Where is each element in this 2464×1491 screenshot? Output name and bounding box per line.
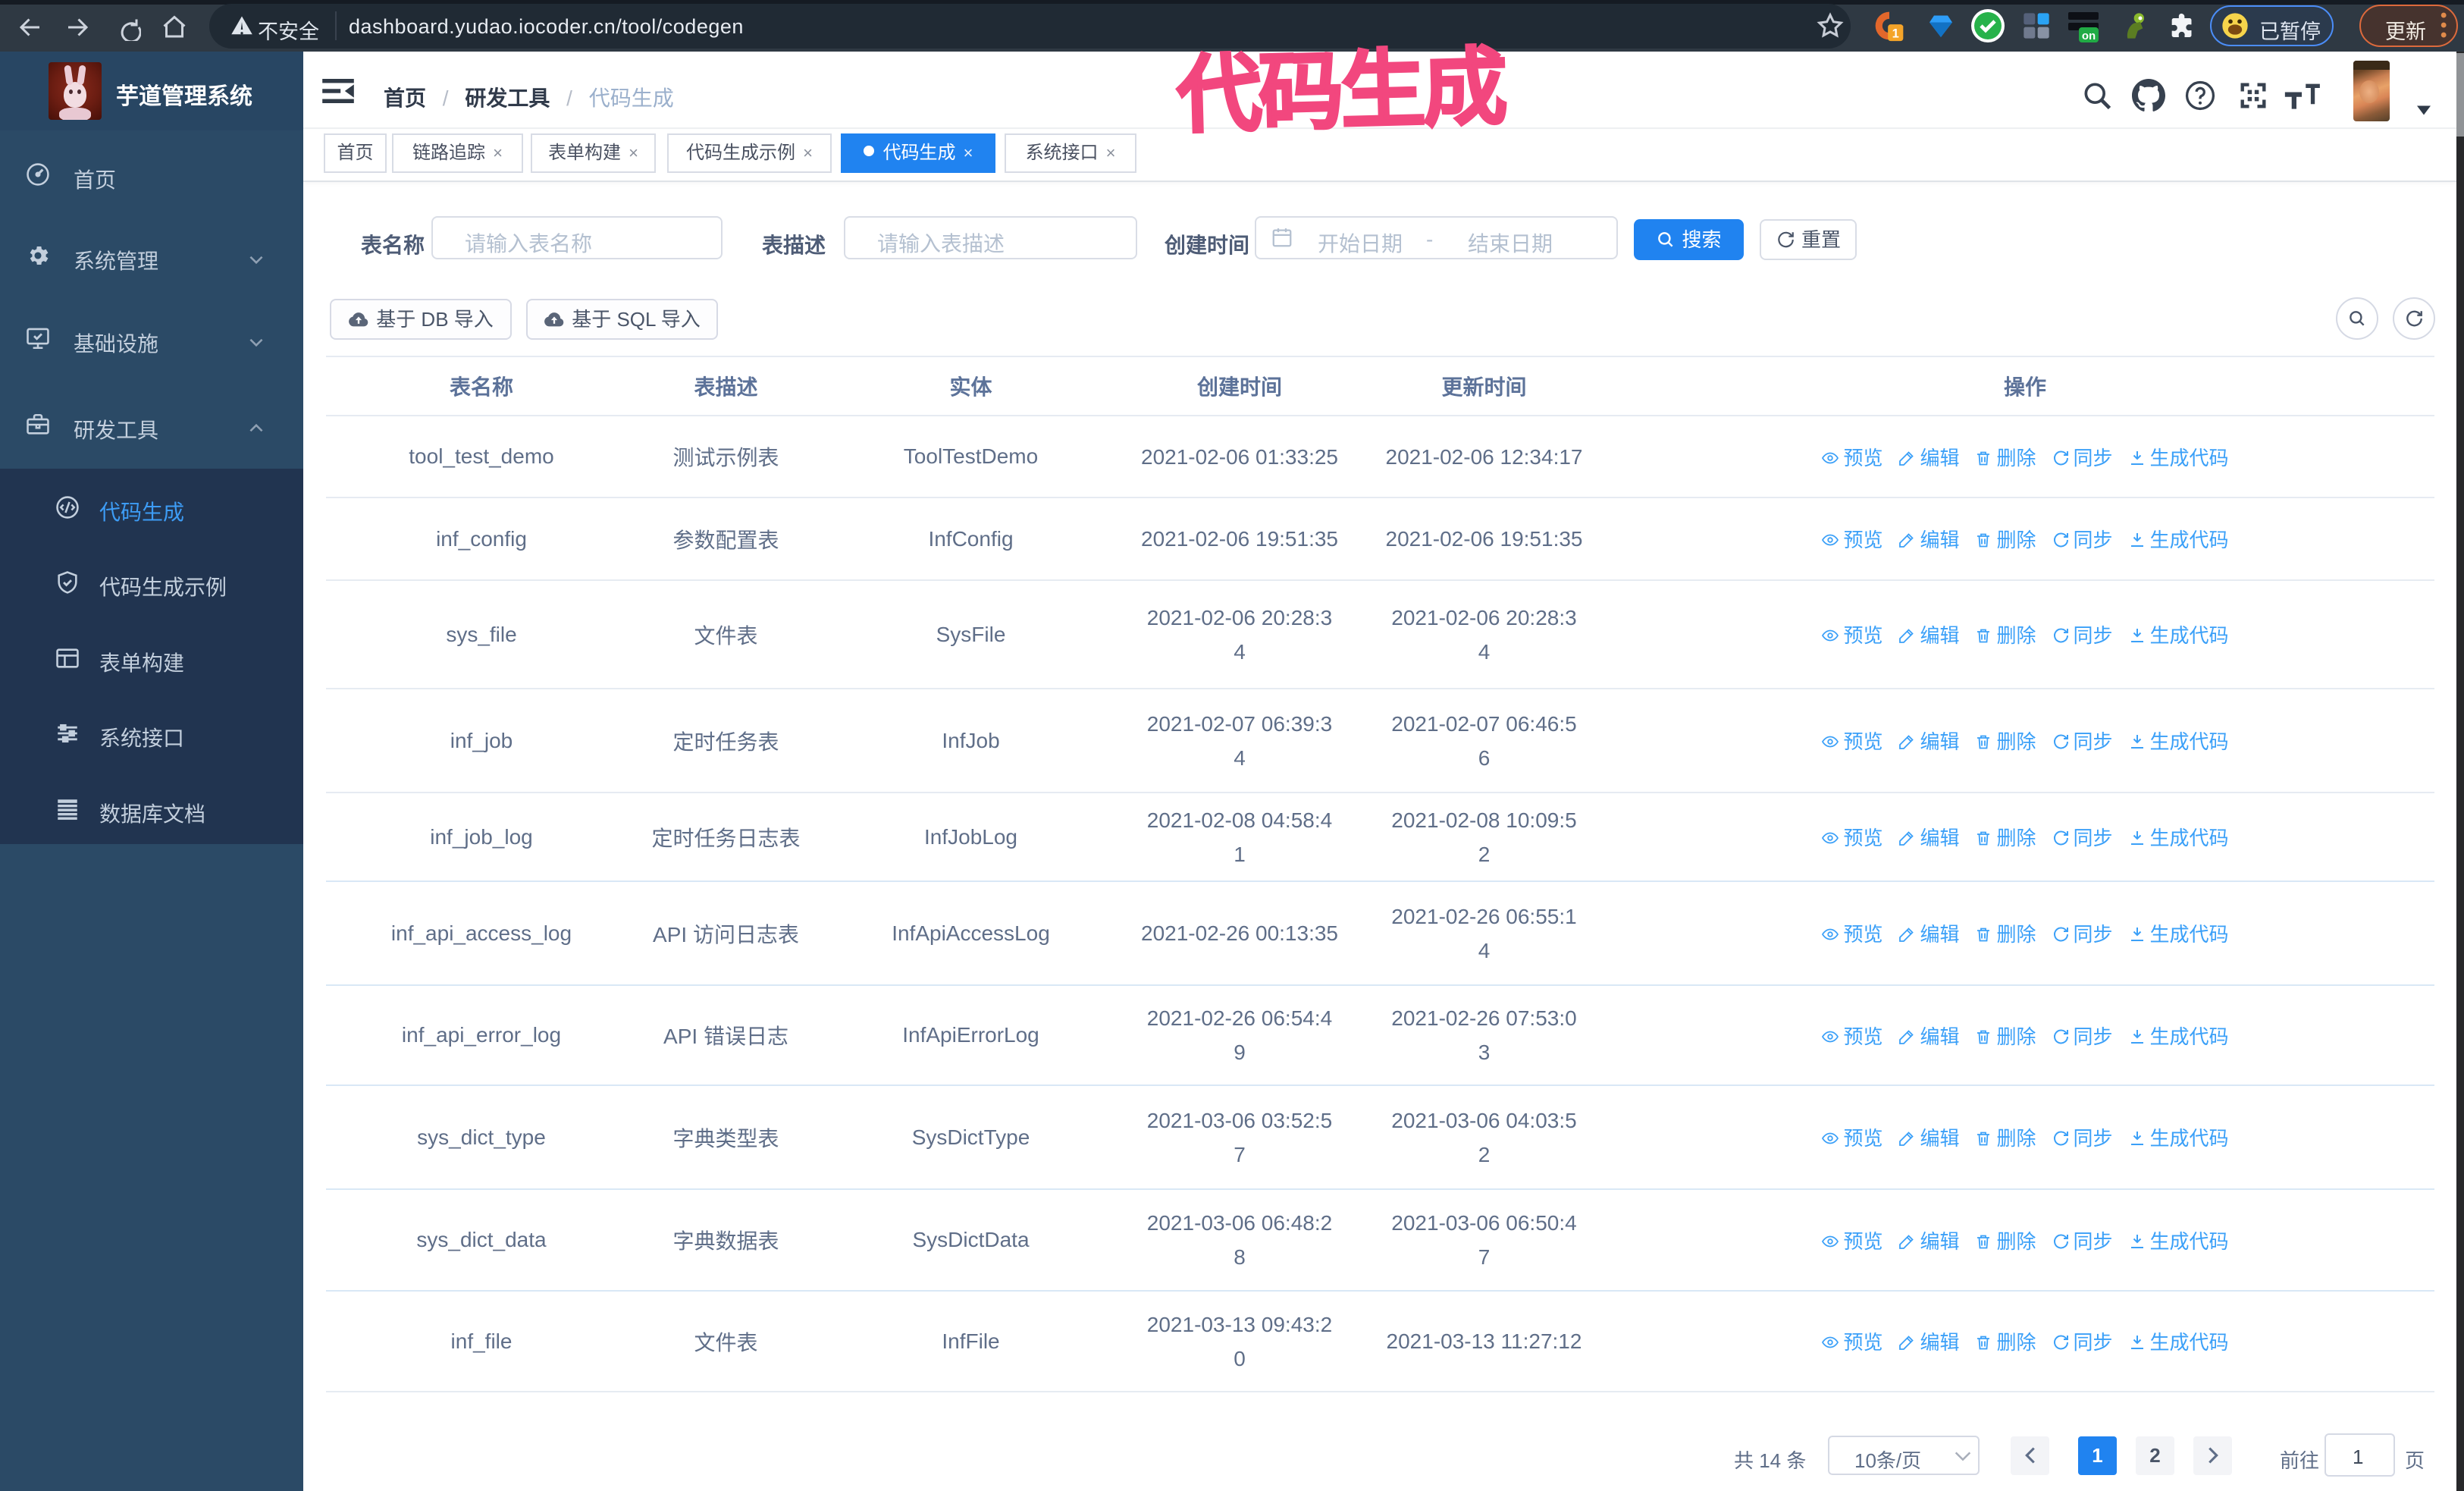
svg-text:on: on — [2082, 30, 2096, 42]
svg-text:1: 1 — [1892, 27, 1899, 41]
